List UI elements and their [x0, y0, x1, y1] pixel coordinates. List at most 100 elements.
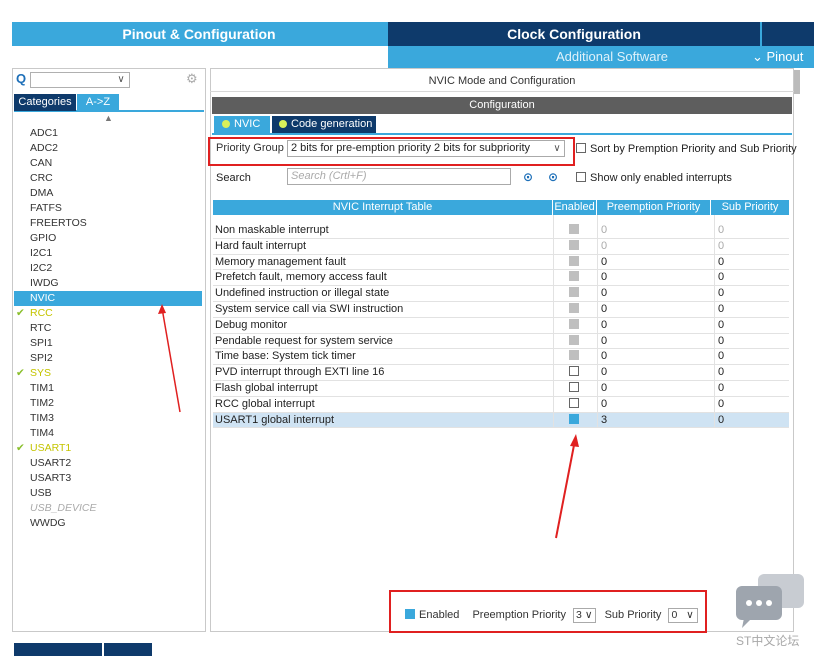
- table-row[interactable]: PVD interrupt through EXTI line 16 0 0: [213, 365, 789, 381]
- peripheral-label: WWDG: [30, 517, 66, 529]
- sub-priority-select[interactable]: 0 ∨: [668, 608, 699, 623]
- table-row[interactable]: Undefined instruction or illegal state 0 0: [213, 286, 789, 302]
- peripheral-item[interactable]: NVIC: [14, 291, 202, 306]
- peripheral-item[interactable]: TIM3: [14, 411, 202, 426]
- column-header-preemption[interactable]: Preemption Priority: [597, 200, 711, 215]
- tab-additional-software[interactable]: Additional Software: [556, 46, 668, 68]
- column-divider: [714, 215, 715, 427]
- tab-a-to-z[interactable]: A->Z: [77, 94, 119, 111]
- peripheral-item[interactable]: TIM2: [14, 396, 202, 411]
- enabled-checkbox[interactable]: [569, 413, 579, 424]
- peripheral-item[interactable]: IWDG: [14, 276, 202, 291]
- peripheral-label: TIM3: [30, 412, 54, 424]
- interrupt-name: Debug monitor: [215, 318, 288, 331]
- peripheral-item[interactable]: RTC: [14, 321, 202, 336]
- peripheral-label: GPIO: [30, 232, 57, 244]
- peripheral-item[interactable]: ✔ SYS: [14, 366, 202, 381]
- preemption-priority-cell: 3: [601, 413, 608, 426]
- collapse-handle[interactable]: [794, 70, 800, 94]
- enabled-checkbox[interactable]: [569, 397, 579, 408]
- tab-categories[interactable]: Categories: [14, 94, 76, 111]
- preemption-priority-cell: 0: [601, 287, 608, 300]
- peripheral-item[interactable]: FATFS: [14, 201, 202, 216]
- peripheral-item[interactable]: I2C2: [14, 261, 202, 276]
- tab-pinout-configuration[interactable]: Pinout & Configuration: [12, 22, 386, 46]
- table-row[interactable]: System service call via SWI instruction 0…: [213, 302, 789, 318]
- peripheral-item[interactable]: USB: [14, 486, 202, 501]
- peripheral-item[interactable]: SPI1: [14, 336, 202, 351]
- interrupt-search-input[interactable]: Search (Crtl+F): [287, 168, 511, 185]
- preemption-select[interactable]: 3 ∨: [573, 608, 596, 623]
- previous-match-icon[interactable]: ⊙: [523, 170, 533, 184]
- peripheral-item[interactable]: TIM4: [14, 426, 202, 441]
- sort-checkbox[interactable]: Sort by Premption Priority and Sub Prior…: [576, 143, 797, 155]
- panel-title: NVIC Mode and Configuration: [210, 70, 794, 92]
- preemption-priority-cell: 0: [601, 334, 608, 347]
- status-tab-a[interactable]: [14, 643, 102, 656]
- enabled-checkbox[interactable]: [405, 609, 415, 619]
- peripheral-item[interactable]: CRC: [14, 171, 202, 186]
- table-row[interactable]: RCC global interrupt 0 0: [213, 397, 789, 413]
- enabled-label: Enabled: [419, 609, 460, 621]
- checkbox-icon[interactable]: [576, 143, 586, 153]
- sub-priority-cell: 0: [718, 303, 725, 315]
- peripheral-label: RTC: [30, 322, 52, 334]
- peripheral-item[interactable]: ✔ USART1: [14, 441, 202, 456]
- enabled-cell: [569, 270, 583, 285]
- table-row[interactable]: Prefetch fault, memory access fault 0 0: [213, 270, 789, 287]
- checkbox-icon[interactable]: [576, 172, 586, 182]
- peripheral-item[interactable]: GPIO: [14, 231, 202, 246]
- status-dot-icon: [222, 120, 230, 128]
- peripheral-item[interactable]: ADC2: [14, 141, 202, 156]
- peripheral-item[interactable]: DMA: [14, 186, 202, 201]
- peripheral-item[interactable]: WWDG: [14, 516, 202, 531]
- peripheral-item[interactable]: ✔ RCC: [14, 306, 202, 321]
- interrupt-name: Undefined instruction or illegal state: [215, 287, 390, 300]
- show-only-enabled-checkbox[interactable]: Show only enabled interrupts: [576, 172, 732, 184]
- peripheral-item[interactable]: USART3: [14, 471, 202, 486]
- peripheral-item[interactable]: CAN: [14, 156, 202, 171]
- peripheral-item[interactable]: I2C1: [14, 246, 202, 261]
- peripheral-item[interactable]: ADC1: [14, 126, 202, 141]
- table-row[interactable]: Flash global interrupt 0 0: [213, 381, 789, 397]
- peripheral-label: CAN: [30, 157, 53, 169]
- enabled-checkbox[interactable]: [569, 382, 579, 392]
- table-row[interactable]: Non maskable interrupt 0 0: [213, 223, 789, 239]
- peripheral-item[interactable]: USB_DEVICE: [14, 501, 202, 516]
- peripheral-item[interactable]: FREERTOS: [14, 216, 202, 231]
- peripheral-label: NVIC: [30, 292, 56, 304]
- peripheral-label: USART1: [30, 442, 72, 454]
- interrupt-name: PVD interrupt through EXTI line 16: [215, 366, 385, 379]
- chevron-down-icon[interactable]: ∨: [114, 72, 128, 88]
- column-header-enabled[interactable]: Enabled: [553, 200, 597, 215]
- table-row[interactable]: Pendable request for system service 0 0: [213, 334, 789, 350]
- column-header-sub-priority[interactable]: Sub Priority: [711, 200, 789, 215]
- column-header-name[interactable]: NVIC Interrupt Table: [213, 200, 553, 215]
- peripheral-item[interactable]: SPI2: [14, 351, 202, 366]
- sort-icon[interactable]: ▲: [104, 113, 113, 123]
- tab-nvic[interactable]: NVIC: [214, 116, 270, 133]
- status-tab-b[interactable]: [104, 643, 152, 656]
- tab-pinout[interactable]: ⌄ Pinout: [752, 46, 803, 68]
- peripheral-item[interactable]: TIM1: [14, 381, 202, 396]
- preemption-priority-cell: 0: [601, 366, 608, 379]
- table-row[interactable]: USART1 global interrupt 3 0: [213, 412, 789, 429]
- gear-icon[interactable]: ⚙: [186, 71, 198, 87]
- tab-next[interactable]: [762, 22, 814, 46]
- table-row[interactable]: Hard fault interrupt 0 0: [213, 239, 789, 255]
- search-label: Search: [216, 172, 251, 184]
- enabled-checkbox[interactable]: [569, 366, 579, 377]
- search-icon[interactable]: Q: [16, 71, 26, 86]
- tab-clock-configuration[interactable]: Clock Configuration: [388, 22, 760, 46]
- enabled-checkbox: [569, 271, 579, 282]
- peripheral-label: SPI2: [30, 352, 53, 364]
- column-divider: [597, 215, 598, 427]
- table-row[interactable]: Memory management fault 0 0: [213, 255, 789, 271]
- table-row[interactable]: Debug monitor 0 0: [213, 318, 789, 334]
- next-match-icon[interactable]: ⊙: [548, 170, 558, 184]
- preemption-label: Preemption Priority: [472, 609, 566, 621]
- table-row[interactable]: Time base: System tick timer 0 0: [213, 349, 789, 366]
- sub-priority-cell: 0: [718, 287, 725, 300]
- tab-code-generation[interactable]: Code generation: [272, 116, 376, 133]
- peripheral-item[interactable]: USART2: [14, 456, 202, 471]
